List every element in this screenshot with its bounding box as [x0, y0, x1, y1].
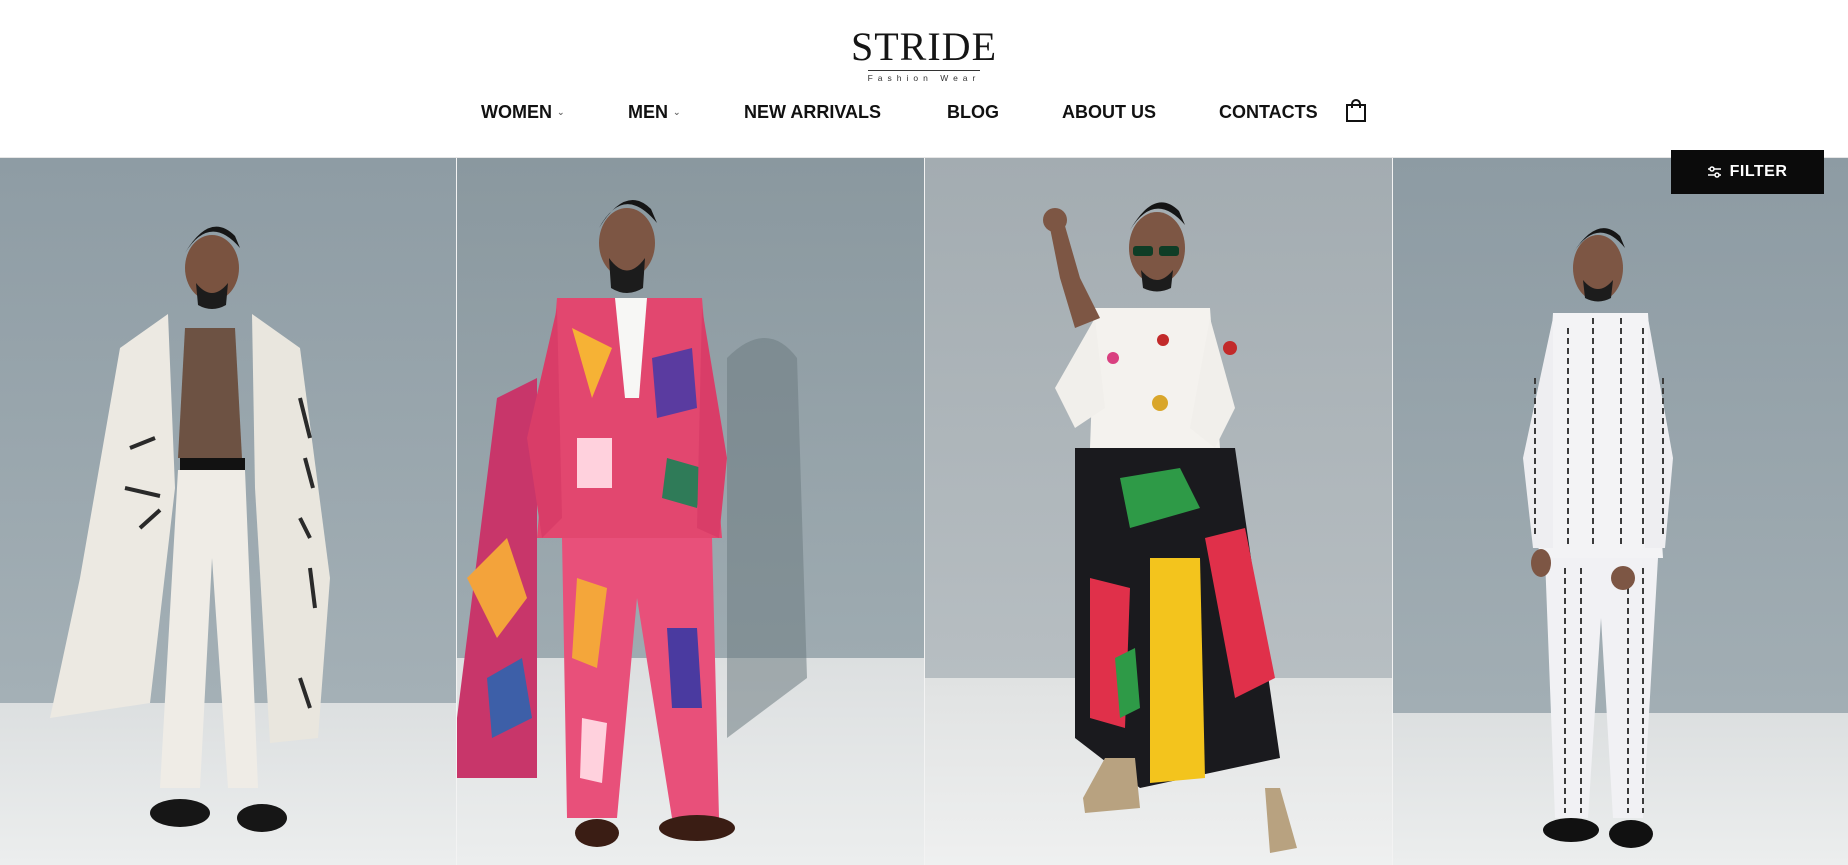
product-image-2: [457, 199, 807, 847]
product-image-4: [1523, 228, 1673, 848]
nav-item-men[interactable]: MEN ⌄: [628, 101, 681, 123]
product-card-1[interactable]: [0, 158, 456, 865]
nav-item-label: BLOG: [947, 102, 999, 122]
brand-logo[interactable]: STRIDE Fashion Wear: [0, 26, 1848, 86]
product-card-2[interactable]: [457, 158, 924, 865]
product-image-3: [1043, 202, 1297, 853]
product-card-3[interactable]: [925, 158, 1392, 865]
brand-tagline: Fashion Wear: [867, 70, 981, 83]
nav-item-contacts[interactable]: CONTACTS: [1219, 101, 1318, 123]
brand-name: STRIDE: [851, 24, 997, 69]
product-grid: [0, 158, 1848, 865]
product-card-4[interactable]: [1393, 158, 1848, 865]
sliders-icon: [1707, 166, 1721, 178]
product-image-1: [50, 226, 330, 832]
nav-item-label: NEW ARRIVALS: [744, 102, 881, 122]
nav-item-label: MEN: [628, 102, 668, 122]
nav-item-label: CONTACTS: [1219, 102, 1318, 122]
chevron-down-icon: ⌄: [673, 107, 681, 117]
nav-item-label: WOMEN: [481, 102, 552, 122]
main-nav: WOMEN ⌄ MEN ⌄ NEW ARRIVALS BLOG ABOUT US C…: [0, 101, 1848, 123]
shopping-bag-icon[interactable]: [1345, 99, 1367, 123]
nav-item-women[interactable]: WOMEN ⌄: [481, 101, 565, 123]
nav-item-new-arrivals[interactable]: NEW ARRIVALS: [744, 101, 881, 123]
filter-button[interactable]: FILTER: [1671, 150, 1824, 194]
filter-label: FILTER: [1729, 163, 1788, 180]
site-header: STRIDE Fashion Wear WOMEN ⌄ MEN ⌄ NEW ARRI…: [0, 0, 1848, 158]
nav-item-blog[interactable]: BLOG: [947, 101, 999, 123]
chevron-down-icon: ⌄: [557, 107, 565, 117]
nav-item-about-us[interactable]: ABOUT US: [1062, 101, 1156, 123]
nav-item-label: ABOUT US: [1062, 102, 1156, 122]
